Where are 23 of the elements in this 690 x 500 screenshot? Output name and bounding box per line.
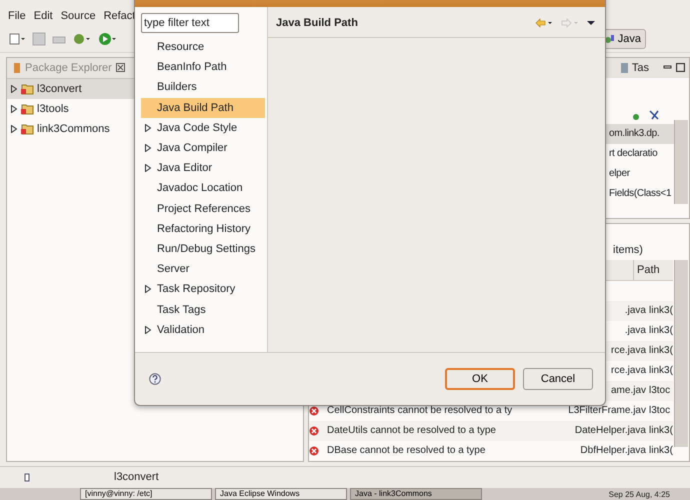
table-cell: link3( [649, 325, 673, 336]
table-cell-text: L3FilterFrame.jav [567, 405, 647, 416]
table-cell-text: DateHelper.java [574, 425, 647, 436]
table-cell-text: DateUtils cannot be resolved to a type [327, 425, 497, 436]
table-cell-text: DBase cannot be resolved to a type [327, 445, 486, 456]
table-cell-text: rce.java [610, 345, 647, 356]
table-cell: link3( [649, 305, 673, 316]
table-cell: link3( [649, 445, 673, 456]
table-cell-text: ame.jav [610, 385, 647, 396]
status-text: l3convert [114, 471, 159, 484]
table-cell-text: .java [624, 325, 647, 336]
table-cell-text: CellConstraints cannot be resolved to a ty [327, 405, 514, 416]
page-title: Java Build Path [276, 17, 358, 29]
table-cell-text: .java [624, 305, 647, 316]
summary-text: items) [613, 244, 643, 256]
table-cell-text: rce.java [610, 365, 647, 376]
table-cell: link3( [649, 425, 673, 436]
table-cell-text: DbfHelper.java [579, 445, 647, 456]
clock: Sep 25 Aug, 4:25 [608, 490, 670, 498]
table-cell: link3( [649, 345, 673, 356]
table-cell: link3( [649, 365, 673, 376]
table-cell-text: l3toc [649, 385, 672, 396]
table-cell-text: l3toc [649, 405, 672, 416]
